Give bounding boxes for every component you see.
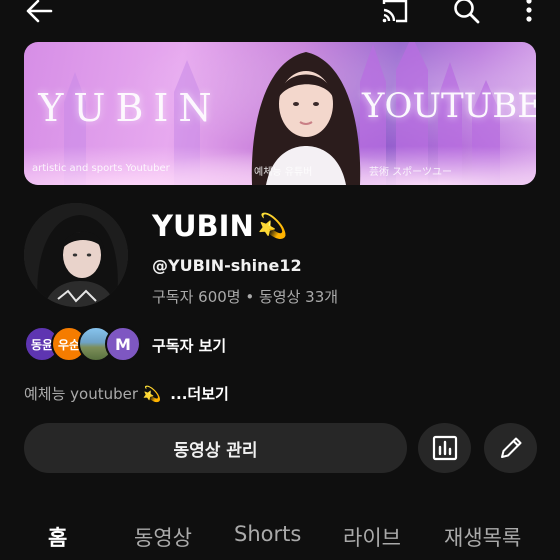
tab-shorts[interactable]: Shorts: [234, 522, 301, 546]
banner-word-right: YOUTUBE: [362, 86, 536, 126]
tab-videos[interactable]: 동영상: [134, 522, 192, 552]
channel-avatar[interactable]: [24, 203, 128, 307]
cast-icon: [382, 0, 408, 23]
more-link[interactable]: ...더보기: [170, 385, 229, 403]
tab-live[interactable]: 라이브: [343, 522, 401, 552]
subscriber-avatars[interactable]: 동윤 우순 M: [24, 326, 141, 362]
manage-videos-button[interactable]: 동영상 관리: [24, 423, 407, 473]
channel-handle: @YUBIN-shine12: [152, 256, 302, 275]
pencil-icon: [500, 437, 521, 458]
arrow-left-icon: [26, 0, 53, 23]
channel-description[interactable]: 예체능 youtuber 💫 ...더보기: [24, 383, 229, 404]
banner-word-left: YUBIN: [38, 86, 222, 130]
view-subscribers-link[interactable]: 구독자 보기: [152, 335, 226, 356]
search-button[interactable]: [450, 0, 484, 26]
more-options-button[interactable]: [512, 0, 546, 26]
channel-name: YUBIN 💫: [152, 209, 288, 243]
sparkle-emoji-icon: 💫: [257, 212, 288, 240]
description-text: 예체능 youtuber: [24, 385, 139, 403]
more-vert-icon: [526, 0, 532, 22]
channel-tabs: 홈 동영상 Shorts 라이브 재생목록: [0, 514, 560, 560]
banner-caption-3: 芸術 スポーツユー: [369, 167, 452, 178]
cast-button[interactable]: [378, 0, 412, 26]
analytics-button[interactable]: [418, 423, 471, 473]
search-icon: [454, 0, 480, 24]
avatar-photo: [24, 203, 128, 307]
back-button[interactable]: [22, 0, 56, 26]
sparkle-emoji-icon: 💫: [142, 385, 162, 403]
subscriber-avatar: M: [105, 326, 141, 362]
tab-playlists[interactable]: 재생목록: [444, 522, 521, 552]
channel-banner: YUBIN YOUTUBE artistic and sports Youtub…: [24, 42, 536, 185]
channel-name-text: YUBIN: [152, 209, 254, 243]
edit-channel-button[interactable]: [484, 423, 537, 473]
top-app-bar: [0, 0, 560, 30]
banner-caption-2: 예체능 유튜버: [254, 167, 313, 178]
tab-home[interactable]: 홈: [48, 522, 67, 552]
channel-stats: 구독자 600명 • 동영상 33개: [152, 288, 339, 306]
analytics-icon: [432, 435, 457, 461]
banner-caption-1: artistic and sports Youtuber: [32, 163, 170, 174]
